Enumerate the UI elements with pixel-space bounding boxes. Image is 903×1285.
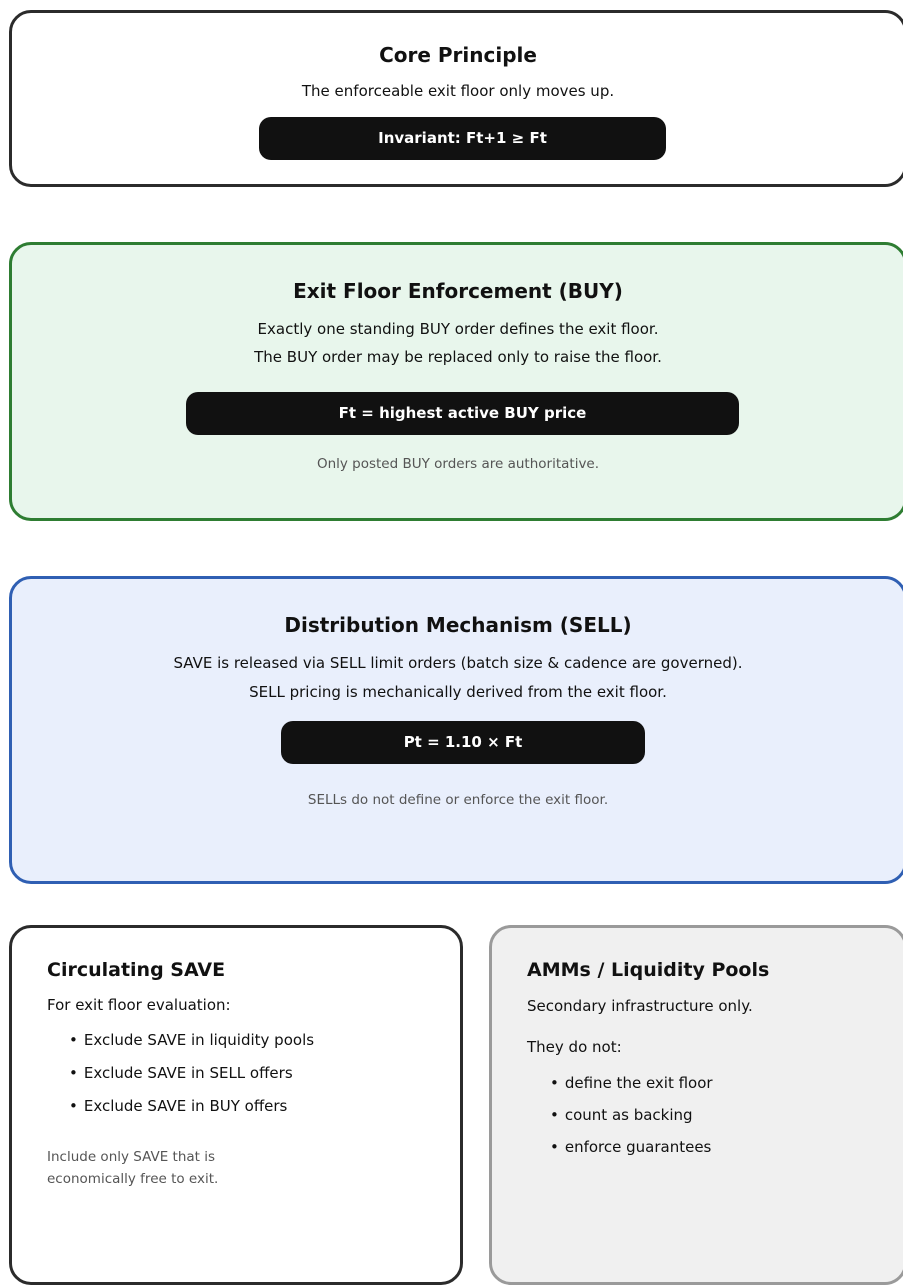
bullet-icon: • <box>550 1138 559 1156</box>
footnote-line-2: economically free to exit. <box>47 1171 219 1187</box>
bullet-icon: • <box>69 1097 78 1115</box>
amm-intro: Secondary infrastructure only. <box>527 997 753 1015</box>
list-item-text: count as backing <box>564 1106 693 1124</box>
buy-description-line-1: Exactly one standing BUY order defines t… <box>257 320 659 338</box>
circulating-save-intro: For exit floor evaluation: <box>47 996 231 1014</box>
core-principle-title: Core Principle <box>379 43 537 67</box>
exclusion-list: • Exclude SAVE in liquidity pools • Exclud… <box>69 1030 314 1129</box>
floor-formula: Ft = highest active BUY price <box>186 392 739 435</box>
distribution-mechanism-card: Distribution Mechanism (SELL) SAVE is re… <box>9 576 903 884</box>
bullet-icon: • <box>69 1031 78 1049</box>
footnote-line-1: Include only SAVE that is <box>47 1149 216 1165</box>
sell-description-line-1: SAVE is released via SELL limit orders (… <box>173 654 743 672</box>
bullet-icon: • <box>550 1074 559 1092</box>
list-item: • Exclude SAVE in liquidity pools <box>69 1030 314 1063</box>
list-item-text: Exclude SAVE in liquidity pools <box>83 1031 315 1049</box>
amm-liquidity-pools-card: AMMs / Liquidity Pools Secondary infrast… <box>489 925 903 1285</box>
distribution-mechanism-title: Distribution Mechanism (SELL) <box>284 613 632 637</box>
core-principle-card: Core Principle The enforceable exit floo… <box>9 10 903 187</box>
circulating-save-title: Circulating SAVE <box>47 959 226 981</box>
list-item-text: Exclude SAVE in SELL offers <box>83 1064 293 1082</box>
buy-description-line-2: The BUY order may be replaced only to ra… <box>254 348 662 366</box>
buy-note: Only posted BUY orders are authoritative… <box>316 456 600 472</box>
list-item: • enforce guarantees <box>550 1137 713 1169</box>
list-item: • Exclude SAVE in BUY offers <box>69 1096 314 1129</box>
list-item: • Exclude SAVE in SELL offers <box>69 1063 314 1096</box>
list-item: • count as backing <box>550 1105 713 1137</box>
list-item-text: define the exit floor <box>564 1074 713 1092</box>
sell-description-line-2: SELL pricing is mechanically derived fro… <box>249 683 667 701</box>
exit-floor-enforcement-title: Exit Floor Enforcement (BUY) <box>293 279 623 303</box>
core-principle-text: The enforceable exit floor only moves up… <box>301 82 615 100</box>
list-item-text: Exclude SAVE in BUY offers <box>83 1097 288 1115</box>
circulating-save-card: Circulating SAVE For exit floor evaluati… <box>9 925 463 1285</box>
circulating-save-footnote: Include only SAVE that is economically f… <box>47 1146 267 1190</box>
exit-floor-enforcement-card: Exit Floor Enforcement (BUY) Exactly one… <box>9 242 903 521</box>
sell-note: SELLs do not define or enforce the exit … <box>307 792 609 808</box>
amm-intro-2: They do not: <box>527 1038 622 1056</box>
invariant-formula: Invariant: Ft+1 ≥ Ft <box>259 117 666 160</box>
sell-price-formula: Pt = 1.10 × Ft <box>281 721 645 764</box>
amm-negation-list: • define the exit floor • count as backing… <box>550 1073 713 1169</box>
bullet-icon: • <box>69 1064 78 1082</box>
bullet-icon: • <box>550 1106 559 1124</box>
list-item-text: enforce guarantees <box>564 1138 712 1156</box>
amm-title: AMMs / Liquidity Pools <box>527 959 770 981</box>
list-item: • define the exit floor <box>550 1073 713 1105</box>
